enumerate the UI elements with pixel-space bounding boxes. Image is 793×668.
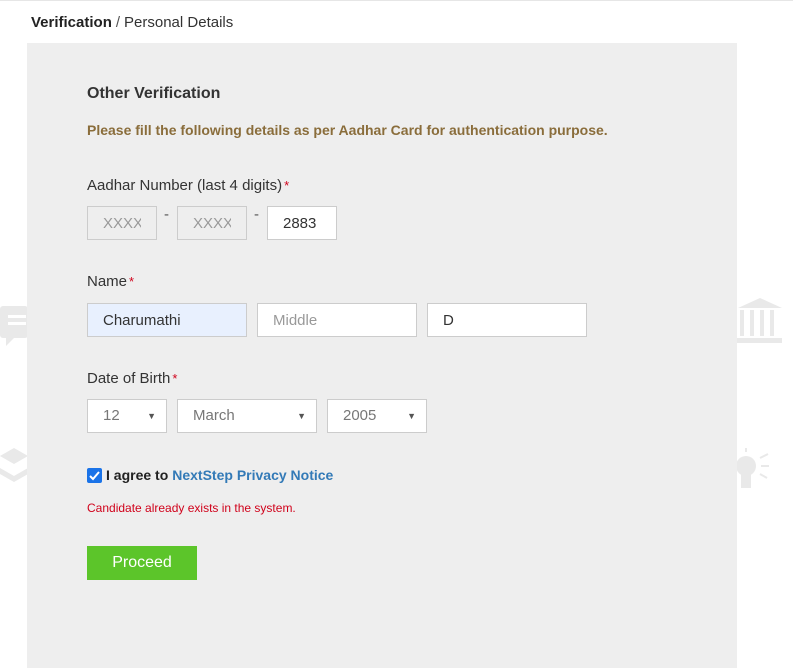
breadcrumb: Verification / Personal Details	[31, 14, 233, 31]
first-name-input[interactable]	[87, 303, 247, 337]
dob-day-value: 12	[103, 407, 120, 424]
dob-year-select[interactable]: 2005 ▼	[327, 399, 427, 433]
instruction-text: Please fill the following details as per…	[87, 122, 608, 138]
chevron-down-icon: ▼	[297, 411, 306, 421]
dob-day-select[interactable]: 12 ▼	[87, 399, 167, 433]
aadhar-label-text: Aadhar Number (last 4 digits)	[87, 177, 283, 194]
breadcrumb-separator: /	[115, 14, 121, 31]
chevron-down-icon: ▼	[407, 411, 416, 421]
name-label-text: Name	[87, 273, 128, 290]
dob-year-value: 2005	[343, 407, 377, 424]
top-divider	[0, 0, 793, 1]
agree-checkbox[interactable]	[87, 467, 102, 483]
required-marker: *	[129, 274, 135, 289]
section-title: Other Verification	[87, 85, 221, 102]
aadhar-dash-2: -	[254, 206, 259, 223]
aadhar-part2-input[interactable]	[177, 206, 247, 240]
aadhar-part1-input[interactable]	[87, 206, 157, 240]
proceed-button[interactable]: Proceed	[87, 546, 197, 580]
breadcrumb-verification[interactable]: Verification	[31, 14, 112, 31]
verification-panel: Other Verification Please fill the follo…	[27, 43, 737, 668]
aadhar-last4-input[interactable]	[267, 206, 337, 240]
bank-icon	[736, 296, 784, 351]
breadcrumb-personal-details: Personal Details	[124, 14, 234, 31]
dob-month-value: March	[193, 407, 235, 424]
middle-name-input[interactable]	[257, 303, 417, 337]
agree-row: I agree to NextStep Privacy Notice	[87, 467, 333, 483]
privacy-notice-link[interactable]: NextStep Privacy Notice	[172, 467, 333, 483]
layers-icon	[0, 448, 30, 499]
required-marker: *	[284, 178, 290, 193]
agree-text: I agree to	[106, 467, 169, 483]
aadhar-dash-1: -	[164, 206, 169, 223]
chevron-down-icon: ▼	[147, 411, 156, 421]
aadhar-label: Aadhar Number (last 4 digits) *	[87, 177, 289, 194]
dob-label: Date of Birth *	[87, 370, 177, 387]
error-message: Candidate already exists in the system.	[87, 501, 296, 515]
check-icon	[89, 470, 100, 480]
last-name-input[interactable]	[427, 303, 587, 337]
dob-month-select[interactable]: March ▼	[177, 399, 317, 433]
name-label: Name *	[87, 273, 134, 290]
chat-icon	[0, 306, 30, 353]
dob-label-text: Date of Birth	[87, 370, 171, 387]
required-marker: *	[172, 371, 178, 386]
